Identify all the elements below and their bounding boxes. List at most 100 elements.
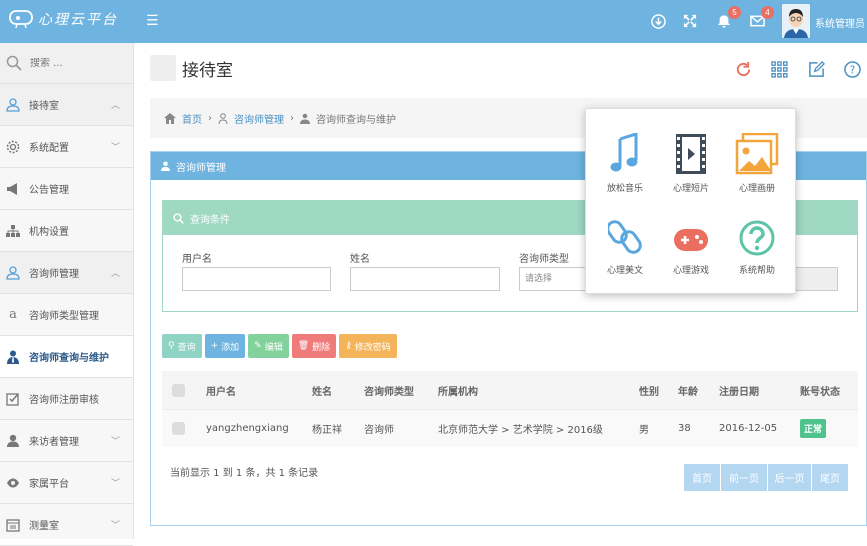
dropdown-item-album[interactable]: 心理画册 xyxy=(722,133,792,194)
sidebar-item-org-settings[interactable]: 机构设置 xyxy=(0,210,133,252)
notification-count-badge: 5 xyxy=(728,6,741,19)
images-icon xyxy=(735,133,779,175)
refresh-icon[interactable] xyxy=(734,60,752,78)
sidebar-item-visitor-management[interactable]: 来访者管理 ﹀ xyxy=(0,420,133,462)
link-icon xyxy=(608,220,642,254)
fullscreen-icon[interactable] xyxy=(681,12,699,30)
sidebar-item-reception[interactable]: 接待室 ︿ xyxy=(0,84,133,126)
sidebar-item-label: 咨询师类型管理 xyxy=(29,311,99,322)
column-header[interactable]: 所属机构 xyxy=(438,383,478,398)
breadcrumb-separator: › xyxy=(290,112,294,124)
app-logo[interactable]: 心理云平台 xyxy=(8,9,118,29)
search-icon xyxy=(6,55,22,71)
user-icon xyxy=(6,97,20,112)
user-tie-icon xyxy=(161,161,170,171)
counselor-type-label: 咨询师类型 xyxy=(519,254,569,265)
edit-button[interactable]: ✎ 编辑 xyxy=(248,334,289,358)
dropdown-item-articles[interactable]: 心理美文 xyxy=(590,219,660,276)
username-label: 用户名 xyxy=(182,254,212,265)
calendar-icon xyxy=(6,518,20,532)
search-icon xyxy=(173,212,184,224)
column-header[interactable]: 用户名 xyxy=(206,383,236,398)
column-header[interactable]: 账号状态 xyxy=(800,383,840,398)
sidebar-item-label: 咨询师注册审核 xyxy=(29,395,99,406)
dropdown-item-games[interactable]: 心理游戏 xyxy=(656,225,726,276)
sidebar-item-counselor-review[interactable]: 咨询师注册审核 xyxy=(0,378,133,420)
add-button-label: 添加 xyxy=(221,342,240,353)
dropdown-item-short-films[interactable]: 心理短片 xyxy=(656,133,726,194)
menu-toggle-icon[interactable]: ☰ xyxy=(146,13,159,29)
gamepad-icon xyxy=(674,229,708,251)
change-password-button-label: 修改密码 xyxy=(354,342,391,353)
page-header: 接待室 xyxy=(150,55,233,81)
edit-note-icon[interactable] xyxy=(807,60,825,78)
sidebar-item-counselor-management[interactable]: 咨询师管理 ︿ xyxy=(0,252,133,294)
pagination-info: 当前显示 1 到 1 条，共 1 条记录 xyxy=(170,468,319,479)
prev-page-button[interactable]: 前一页 xyxy=(721,464,767,491)
sidebar-item-family-platform[interactable]: 家属平台 ﹀ xyxy=(0,462,133,504)
search-button[interactable]: ⚲ 查询 xyxy=(162,334,202,358)
dropdown-item-label: 系统帮助 xyxy=(738,266,775,276)
column-header[interactable]: 注册日期 xyxy=(719,383,759,398)
chevron-down-icon: ﹀ xyxy=(110,143,120,153)
sidebar-item-announcements[interactable]: 公告管理 xyxy=(0,168,133,210)
breadcrumb-separator: › xyxy=(208,112,212,124)
breadcrumb-home[interactable]: 首页 xyxy=(182,111,202,126)
delete-button[interactable]: 🗑 删除 xyxy=(291,334,337,358)
name-input[interactable] xyxy=(350,267,500,291)
search-button-label: 查询 xyxy=(177,342,196,353)
download-icon[interactable] xyxy=(649,12,667,30)
dropdown-item-label: 心理美文 xyxy=(606,266,643,276)
change-password-button[interactable]: ⚷ 修改密码 xyxy=(339,334,397,358)
dropdown-item-relax-music[interactable]: 放松音乐 xyxy=(590,133,660,194)
add-button[interactable]: + 添加 xyxy=(204,334,246,358)
select-all-checkbox[interactable] xyxy=(172,383,185,397)
column-header[interactable]: 年龄 xyxy=(678,383,698,398)
username-input[interactable] xyxy=(182,267,331,291)
sidebar-search-input[interactable] xyxy=(30,57,125,69)
user-name[interactable]: 系统管理员 xyxy=(815,15,865,30)
name-label: 姓名 xyxy=(350,254,370,265)
home-icon xyxy=(164,112,176,124)
pagination: 首页 前一页 后一页 尾页 xyxy=(684,464,848,491)
apps-grid-icon[interactable] xyxy=(770,60,788,78)
avatar[interactable] xyxy=(782,4,810,38)
messages-count-badge: 4 xyxy=(761,6,774,19)
first-page-button[interactable]: 首页 xyxy=(684,464,720,491)
user-icon xyxy=(218,112,228,124)
breadcrumb-counselor-management[interactable]: 咨询师管理 xyxy=(234,111,284,126)
cell-organization: 北京师范大学 > 艺术学院 > 2016级 xyxy=(438,425,603,436)
breadcrumb-current: 咨询师查询与维护 xyxy=(316,114,396,126)
font-icon: a xyxy=(9,307,17,322)
sitemap-icon xyxy=(6,224,20,238)
cloud-monitor-icon xyxy=(9,10,33,29)
sidebar-item-system-config[interactable]: 系统配置 ﹀ xyxy=(0,126,133,168)
column-header[interactable]: 姓名 xyxy=(312,383,332,398)
chevron-down-icon: ﹀ xyxy=(110,521,120,531)
trash-icon: 🗑 xyxy=(297,341,310,351)
dropdown-item-label: 心理画册 xyxy=(738,184,775,194)
next-page-button[interactable]: 后一页 xyxy=(768,464,811,491)
row-checkbox[interactable] xyxy=(172,422,185,435)
messages-envelope-icon[interactable]: 4 xyxy=(748,6,774,30)
help-icon[interactable]: ? xyxy=(843,60,861,78)
dropdown-item-label: 心理短片 xyxy=(672,184,709,194)
dropdown-item-system-help[interactable]: 系统帮助 xyxy=(722,219,792,276)
table-row[interactable]: yangzhengxiang 杨正祥 咨询师 北京师范大学 > 艺术学院 > 2… xyxy=(162,409,858,447)
edit-button-label: 编辑 xyxy=(264,342,283,353)
sidebar-item-counselor-types[interactable]: a 咨询师类型管理 xyxy=(0,294,133,336)
sidebar-item-measurement-room[interactable]: 测量室 ﹀ xyxy=(0,504,133,546)
column-header[interactable]: 性别 xyxy=(639,383,659,398)
sidebar-search xyxy=(0,43,133,84)
sidebar-item-counselor-query[interactable]: 咨询师查询与维护 xyxy=(0,336,133,378)
status-badge: 正常 xyxy=(800,419,827,438)
column-header[interactable]: 咨询师类型 xyxy=(364,383,414,398)
cell-name: 杨正祥 xyxy=(312,425,342,436)
notification-bell-icon[interactable]: 5 xyxy=(715,6,741,30)
svg-text:?: ? xyxy=(849,64,855,76)
search-icon: ⚲ xyxy=(168,341,175,351)
sidebar-item-label: 公告管理 xyxy=(29,185,69,196)
last-page-button[interactable]: 尾页 xyxy=(812,464,848,491)
panel-title: 咨询师管理 xyxy=(176,162,226,174)
page-title: 接待室 xyxy=(182,60,233,81)
